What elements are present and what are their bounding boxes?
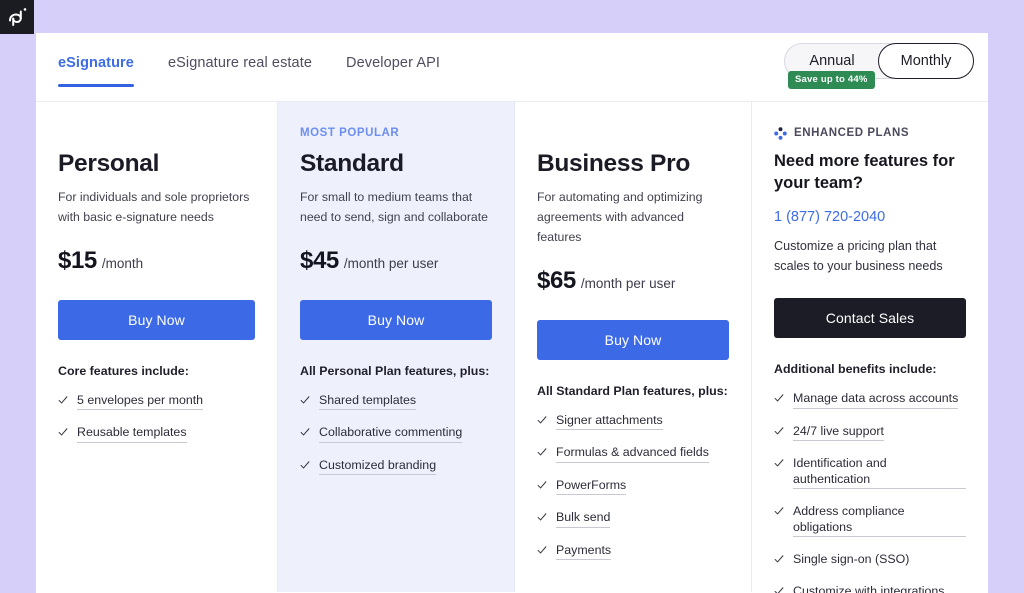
buy-now-button-business-pro[interactable]: Buy Now [537,320,729,360]
billing-period-toggle: Annual Monthly Save up to 44% [784,43,974,79]
feature-label[interactable]: Customized branding [319,458,436,476]
check-icon [537,512,547,522]
feature-item: Identification and authentication [774,456,966,489]
feature-item: 5 envelopes per month [58,393,255,411]
check-icon [537,480,547,490]
feature-label[interactable]: Identification and authentication [793,456,966,489]
enhanced-subtext: Customize a pricing plan that scales to … [774,236,966,277]
buy-now-button-personal[interactable]: Buy Now [58,300,255,340]
check-icon [537,545,547,555]
pandadoc-logo[interactable] [0,0,34,34]
plan-title: Standard [300,151,492,178]
feature-label[interactable]: PowerForms [556,478,626,496]
contact-sales-button[interactable]: Contact Sales [774,298,966,338]
check-icon [58,395,68,405]
plan-price: $45 [300,247,339,275]
feature-label[interactable]: Single sign-on (SSO) [793,552,909,569]
feature-item: Customized branding [300,458,492,476]
buy-now-button-standard[interactable]: Buy Now [300,300,492,340]
billing-option-monthly[interactable]: Monthly [878,43,974,79]
feature-item: PowerForms [537,478,729,496]
features-title: Core features include: [58,364,255,378]
plan-title: Business Pro [537,151,729,178]
panel-header: eSignature eSignature real estate Develo… [36,33,988,102]
plan-price-unit: /month per user [344,256,439,271]
tab-esignature-real-estate[interactable]: eSignature real estate [168,55,312,87]
plan-title: Personal [58,151,255,178]
tab-label: eSignature [58,55,134,71]
feature-item: Customize with integrations [774,584,966,593]
plan-price-row: $15 /month [58,247,255,273]
plan-description: For automating and optimizing agreements… [537,188,729,248]
feature-label[interactable]: Formulas & advanced fields [556,445,709,463]
feature-label[interactable]: Payments [556,543,611,561]
plan-price-row: $65 /month per user [537,267,729,293]
check-icon [300,427,310,437]
enhanced-eyebrow: ENHANCED PLANS [774,126,966,140]
features-title: All Standard Plan features, plus: [537,384,729,398]
feature-label[interactable]: Manage data across accounts [793,391,958,409]
enhanced-plans-card: ENHANCED PLANS Need more features for yo… [752,102,988,592]
save-badge: Save up to 44% [788,71,875,89]
plan-price: $65 [537,267,576,295]
check-icon [58,427,68,437]
check-icon [537,415,547,425]
tab-label: Developer API [346,55,440,71]
check-icon [300,460,310,470]
phone-link[interactable]: 1 (877) 720-2040 [774,209,885,225]
check-icon [537,447,547,457]
check-icon [774,393,784,403]
plan-card-business-pro: Business Pro For automating and optimizi… [515,102,752,592]
check-icon [774,586,784,593]
enhanced-eyebrow-label: ENHANCED PLANS [794,127,909,139]
tab-label: eSignature real estate [168,55,312,71]
most-popular-label: MOST POPULAR [300,126,492,140]
features-title: Additional benefits include: [774,362,966,376]
feature-label[interactable]: Collaborative commenting [319,425,462,443]
plan-eyebrow [537,126,729,140]
feature-label[interactable]: Signer attachments [556,413,663,431]
feature-item: Manage data across accounts [774,391,966,409]
feature-label[interactable]: Shared templates [319,393,416,411]
plan-card-personal: Personal For individuals and sole propri… [36,102,278,592]
plan-description: For small to medium teams that need to s… [300,188,492,228]
feature-item: Formulas & advanced fields [537,445,729,463]
plan-price-row: $45 /month per user [300,247,492,273]
feature-item: Reusable templates [58,425,255,443]
check-icon [300,395,310,405]
feature-label[interactable]: Address compliance obligations [793,504,966,537]
check-icon [774,554,784,564]
check-icon [774,426,784,436]
feature-item: Single sign-on (SSO) [774,552,966,569]
plan-card-standard: MOST POPULAR Standard For small to mediu… [278,102,515,592]
features-title: All Personal Plan features, plus: [300,364,492,378]
plan-price-unit: /month per user [581,276,676,291]
feature-item: Shared templates [300,393,492,411]
tab-bar: eSignature eSignature real estate Develo… [58,55,440,87]
tab-developer-api[interactable]: Developer API [346,55,440,87]
plan-description: For individuals and sole proprietors wit… [58,188,255,228]
feature-label[interactable]: Bulk send [556,510,610,528]
four-dots-icon [774,127,787,140]
feature-item: Bulk send [537,510,729,528]
feature-label[interactable]: 5 envelopes per month [77,393,203,411]
tab-esignature[interactable]: eSignature [58,55,134,87]
check-icon [774,458,784,468]
feature-label[interactable]: 24/7 live support [793,424,884,442]
feature-item: Payments [537,543,729,561]
plan-price-unit: /month [102,256,143,271]
pandadoc-logo-icon [6,6,28,28]
plan-eyebrow [58,126,255,140]
check-icon [774,506,784,516]
feature-label[interactable]: Customize with integrations [793,584,945,593]
feature-item: Signer attachments [537,413,729,431]
feature-item: Address compliance obligations [774,504,966,537]
pricing-panel: eSignature eSignature real estate Develo… [36,33,988,593]
plan-price: $15 [58,247,97,275]
feature-item: Collaborative commenting [300,425,492,443]
feature-label[interactable]: Reusable templates [77,425,187,443]
feature-item: 24/7 live support [774,424,966,442]
plans-grid: Personal For individuals and sole propri… [36,102,988,592]
enhanced-heading: Need more features for your team? [774,151,964,195]
